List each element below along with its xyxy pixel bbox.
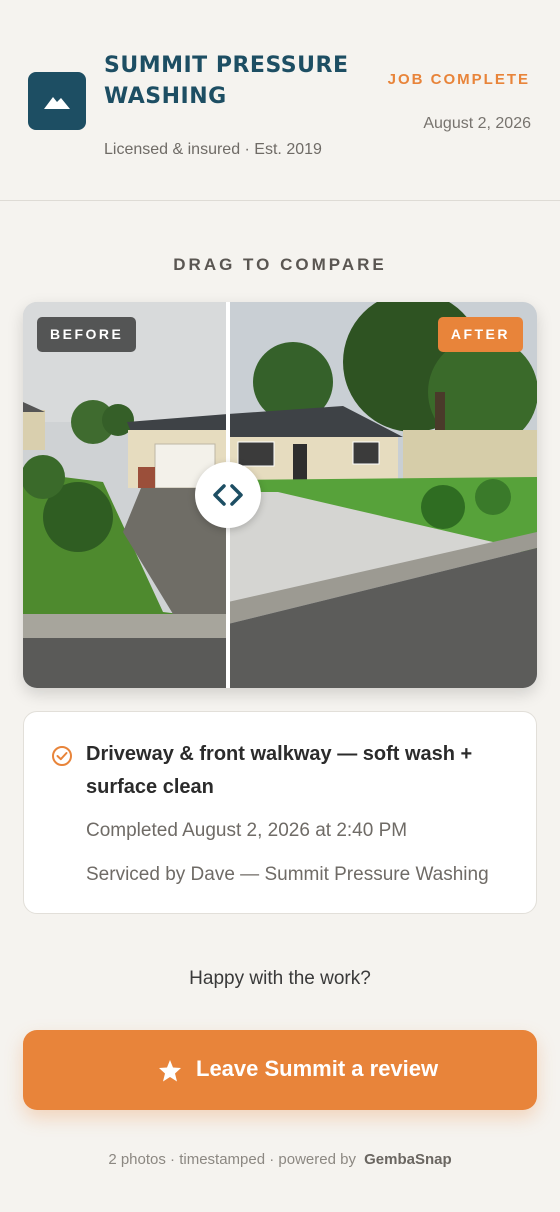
before-label: BEFORE xyxy=(37,317,137,352)
job-serviced-by: Serviced by Dave — Summit Pressure Washi… xyxy=(86,864,489,885)
job-completed-time: Completed August 2, 2026 at 2:40 PM xyxy=(86,820,408,841)
leave-review-label: Leave Summit a review xyxy=(196,1056,439,1081)
check-circle-icon xyxy=(52,746,72,766)
compare-photo xyxy=(23,302,537,688)
mountain-icon xyxy=(44,97,70,109)
compare-title: DRAG TO COMPARE xyxy=(173,255,387,274)
review-prompt: Happy with the work? xyxy=(189,968,371,989)
star-icon xyxy=(159,1060,181,1082)
leave-review-button[interactable]: Leave Summit a review xyxy=(23,1030,537,1110)
before-after-compare[interactable]: BEFORE AFTER xyxy=(23,302,537,688)
after-label: AFTER xyxy=(437,317,523,352)
job-title: Driveway & front walkway — soft wash + s… xyxy=(86,743,473,798)
business-logo xyxy=(28,72,86,130)
business-name: SUMMIT PRESSURE WASHING xyxy=(104,53,349,109)
business-tagline: Licensed & insured · Est. 2019 xyxy=(104,141,322,158)
job-summary-card: Driveway & front walkway — soft wash + s… xyxy=(23,711,537,914)
header: SUMMIT PRESSURE WASHING Licensed & insur… xyxy=(0,0,560,201)
job-date: August 2, 2026 xyxy=(423,115,531,132)
job-status-badge: JOB COMPLETE xyxy=(387,71,530,88)
footer-brand[interactable]: GembaSnap xyxy=(364,1151,452,1168)
footer-text: 2 photos · timestamped · powered by xyxy=(108,1151,356,1168)
compare-drag-handle[interactable] xyxy=(195,462,261,528)
chevron-left-right-icon xyxy=(213,484,243,506)
footer: 2 photos · timestamped · powered by Gemb… xyxy=(0,1151,560,1168)
